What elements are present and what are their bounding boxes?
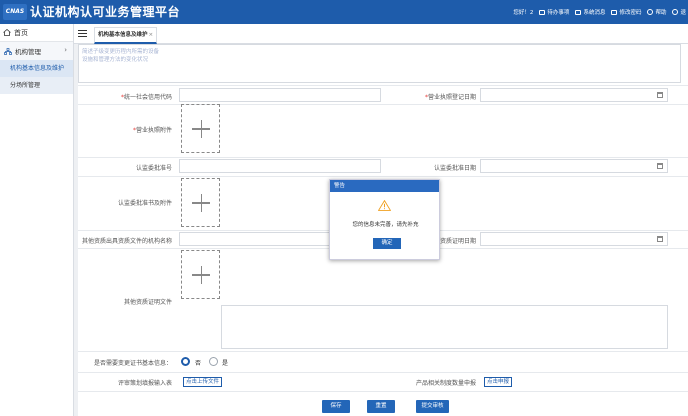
calendar-icon [657,236,663,242]
other-proof-textarea[interactable] [221,305,668,349]
home-icon [3,29,11,36]
radio-yes-label: 是 [222,360,229,367]
tab-close-icon[interactable]: × [149,32,154,38]
other-date-input[interactable] [480,232,668,246]
license-attachment-label: *营业执照附件 [132,127,172,134]
dialog-ok-button[interactable]: 确定 [373,238,401,249]
tab-bar: 机构基本信息及维护× [74,24,688,44]
messages-link[interactable]: 系统消息 [575,8,605,16]
product-count-label: 产品相关制度数量申报 [415,380,476,387]
org-icon [4,47,12,55]
sidebar-item-basic-info[interactable]: 机构基本信息及维护 [0,60,73,77]
user-greeting: 您好！2 [513,10,534,16]
radio-yes[interactable] [209,357,218,366]
menu-toggle-icon[interactable] [78,30,87,37]
dialog-title: 警告 [330,180,439,192]
license-reg-date-label: *营业执照登记日期 [424,94,476,101]
sidebar-group-org[interactable]: 机构管理 › [0,42,73,60]
approval-date-label: 认监委批准日期 [433,165,476,172]
approval-attachment-label: 认监委批准书及附件 [117,200,172,207]
other-proof-upload-box[interactable] [181,250,220,299]
sidebar-home[interactable]: 首页 [0,24,73,42]
change-description-textarea[interactable]: 简述子级变更历程内所需的设备 设施和管理方法的变化状况 [78,44,681,83]
radio-no[interactable] [181,357,190,366]
dialog-message: 您的信息未完善，请先补充 [352,222,419,228]
other-proof-label: 其他资质证明文件 [123,299,172,306]
logout-link[interactable]: 退 [672,8,686,16]
top-header: CNAS 认证机构认可业务管理平台 您好！2 待办事项 系统消息 修改密码 帮助… [0,0,688,24]
calendar-icon [657,92,663,98]
radio-no-label: 否 [195,360,202,367]
warning-icon [378,200,391,211]
header-menu: 您好！2 待办事项 系统消息 修改密码 帮助 退 [513,0,686,24]
change-cert-label: 是否需要变更证书基本信息： [93,360,172,367]
sidebar-item-sites[interactable]: 分场所管理 [0,77,73,94]
todo-icon [539,9,546,15]
help-link[interactable]: 帮助 [647,8,666,16]
reset-button[interactable]: 重置 [367,400,395,413]
lock-icon [611,9,618,15]
approval-upload-box[interactable] [181,178,220,227]
textarea-hint-2: 设施和管理方法的变化状况 [82,57,149,63]
save-button[interactable]: 保存 [322,400,350,413]
app-title: 认证机构认可业务管理平台 [30,5,181,19]
license-upload-box[interactable] [181,104,220,153]
declare-button[interactable]: 点击申报 [484,377,513,387]
submit-review-button[interactable]: 提交审核 [416,400,449,413]
power-icon [672,9,679,15]
help-icon [647,9,654,15]
divider [78,104,688,105]
warning-dialog: 警告 您的信息未完善，请先补充 确定 [329,179,440,260]
divider [78,85,688,86]
change-password-link[interactable]: 修改密码 [611,8,641,16]
mail-icon [575,9,582,15]
approval-no-label: 认监委批准号 [135,165,172,172]
divider [78,372,688,373]
cnas-logo: CNAS [3,4,27,20]
tab-basic-info[interactable]: 机构基本信息及维护× [94,27,158,44]
eval-plan-label: 评审策划填报输入表 [117,380,172,387]
upload-file-button[interactable]: 点击上传文件 [183,377,223,387]
divider [78,351,688,352]
credit-code-label: *统一社会信用代码 [120,94,172,101]
license-reg-date-input[interactable] [480,88,668,102]
chevron-right-icon: › [64,46,67,54]
divider [78,391,688,392]
divider [78,157,688,158]
sidebar: 首页 机构管理 › 机构基本信息及维护 分场所管理 [0,24,74,416]
other-org-label: 其他资质出具资质文件的机构名称 [81,238,172,245]
approval-date-input[interactable] [480,159,668,173]
textarea-hint-1: 简述子级变更历程内所需的设备 [82,49,160,55]
calendar-icon [657,163,663,169]
divider [78,176,688,177]
credit-code-input[interactable] [179,88,381,102]
approval-no-input[interactable] [179,159,381,173]
todo-link[interactable]: 待办事项 [539,8,569,16]
